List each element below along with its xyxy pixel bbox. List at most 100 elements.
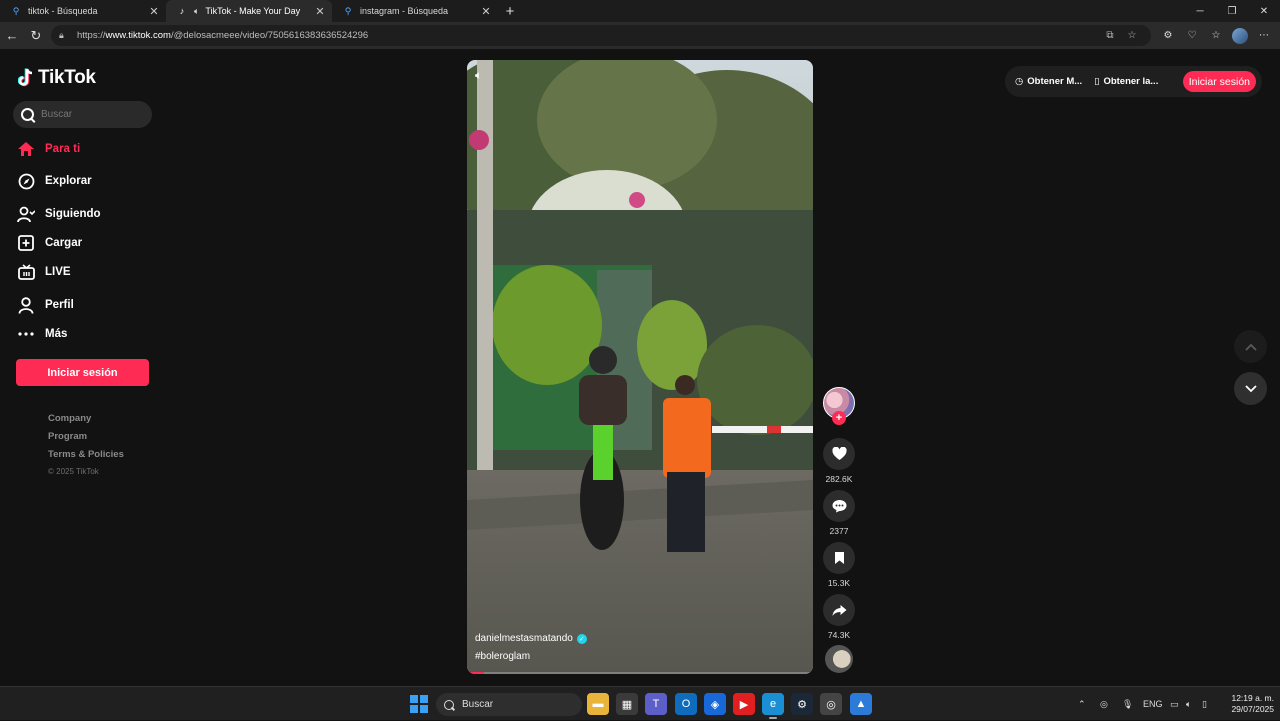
battery-icon[interactable]: ▯	[1202, 687, 1207, 721]
sidebar-item-siguiendo[interactable]: Siguiendo	[16, 202, 101, 226]
favorites-icon[interactable]: ☆	[1206, 25, 1226, 46]
tray-overflow-icon[interactable]: ⌃	[1078, 687, 1086, 721]
home-icon	[16, 139, 36, 159]
compass-icon	[16, 171, 36, 191]
video-frame	[467, 60, 813, 674]
tab-title: tiktok - Búsqueda	[28, 6, 98, 16]
store-icon[interactable]: ▦	[616, 693, 638, 715]
sidebar-item-live[interactable]: LIVE	[16, 260, 71, 284]
more-options-icon[interactable]: ⋯	[1254, 25, 1274, 46]
youtube-icon[interactable]: ▶	[733, 693, 755, 715]
browser-essentials-icon[interactable]: ♡	[1182, 25, 1202, 46]
file-explorer-icon[interactable]: ▬	[587, 693, 609, 715]
sidebar-item-explorar[interactable]: Explorar	[16, 169, 92, 193]
system-clock[interactable]: 12:19 a. m. 29/07/2025	[1222, 693, 1274, 715]
video-player[interactable]: 🔈︎ danielmestasmatando ✓ #boleroglam	[467, 60, 813, 674]
windows-taskbar: Buscar ▬ ▦ T O ◈ ▶ e ⚙ ◎ ▲ ⌃ ◎ 🎙︎ ENG ▭ …	[0, 686, 1280, 720]
follow-plus-icon[interactable]: +	[832, 411, 846, 425]
close-tab-icon[interactable]: ✕	[314, 5, 326, 18]
window-controls: ─ ❐ ✕	[1184, 0, 1280, 22]
reload-icon[interactable]: ↻	[24, 25, 48, 47]
sidebar-item-perfil[interactable]: Perfil	[16, 293, 74, 317]
video-progress-fill	[467, 672, 485, 674]
address-bar[interactable]: 🔒︎ https://www.tiktok.com/@delosacmeee/v…	[51, 25, 1151, 46]
teams-icon[interactable]: T	[645, 693, 667, 715]
tray-app-icon[interactable]: ◎	[1100, 687, 1108, 721]
browser-tab-active[interactable]: ♪ 🔈︎ TikTok - Make Your Day ✕	[166, 0, 332, 22]
music-disc[interactable]	[825, 645, 853, 673]
outlook-icon[interactable]: O	[675, 693, 697, 715]
search-icon: ⚲	[12, 5, 20, 16]
footer-link-program[interactable]: Program	[48, 431, 124, 449]
taskbar-search[interactable]: Buscar	[436, 693, 582, 716]
sidebar-login-button[interactable]: Iniciar sesión	[16, 359, 149, 386]
heart-icon	[831, 447, 847, 460]
footer-link-company[interactable]: Company	[48, 413, 124, 431]
sidebar-item-label: Más	[45, 328, 68, 340]
sidebar-item-para-ti[interactable]: Para ti	[16, 137, 80, 161]
browser-tab-strip: ⚲ tiktok - Búsqueda ✕ ♪ 🔈︎ TikTok - Make…	[0, 0, 1280, 22]
lock-icon[interactable]: 🔒︎	[59, 30, 71, 41]
photos-icon[interactable]: ▲	[850, 693, 872, 715]
steam-icon[interactable]: ⚙	[791, 693, 813, 715]
sidebar-item-mas[interactable]: Más	[16, 322, 67, 346]
like-button[interactable]	[823, 438, 855, 470]
next-video-button[interactable]	[1234, 372, 1267, 405]
language-indicator[interactable]: ENG	[1143, 687, 1163, 721]
search-input[interactable]	[41, 109, 141, 120]
minimize-icon[interactable]: ─	[1184, 0, 1216, 22]
phone-icon: ▯	[1094, 76, 1100, 87]
browser-tab[interactable]: ⚲ tiktok - Búsqueda ✕	[0, 0, 166, 22]
volume-icon[interactable]: 🔈︎	[475, 68, 493, 82]
share-button[interactable]	[823, 594, 855, 626]
edge-icon[interactable]: e	[762, 693, 784, 719]
close-window-icon[interactable]: ✕	[1248, 0, 1280, 22]
close-tab-icon[interactable]: ✕	[148, 5, 160, 18]
sidebar-item-label: Para ti	[45, 143, 81, 155]
new-tab-button[interactable]: +	[498, 0, 522, 22]
favorite-star-icon[interactable]: ☆	[1121, 30, 1143, 41]
previous-video-button[interactable]	[1234, 330, 1267, 363]
comment-icon	[832, 500, 846, 513]
sidebar-item-cargar[interactable]: Cargar	[16, 231, 82, 255]
sidebar-footer: Company Program Terms & Policies © 2025 …	[48, 413, 124, 485]
video-username[interactable]: danielmestasmatando	[475, 633, 573, 644]
volume-tray-icon[interactable]: 🔈︎	[1186, 687, 1191, 721]
windows-start-icon[interactable]	[410, 695, 428, 713]
browser-tab[interactable]: ⚲ instagram - Búsqueda ✕	[332, 0, 498, 22]
comment-button[interactable]	[823, 490, 855, 522]
verified-icon: ✓	[576, 633, 587, 644]
back-icon[interactable]: ←	[0, 25, 24, 47]
video-author[interactable]: danielmestasmatando ✓	[475, 633, 587, 644]
profile-avatar[interactable]	[1232, 27, 1248, 44]
tiktok-page: TikTok Para ti Explorar Siguiendo	[0, 49, 1280, 686]
tiktok-logo[interactable]: TikTok	[18, 67, 96, 89]
app-icon[interactable]: ◈	[704, 693, 726, 715]
tiktok-note-icon	[18, 68, 33, 87]
footer-link-terms[interactable]: Terms & Policies	[48, 449, 124, 467]
video-progress-bar[interactable]	[467, 672, 813, 674]
sidebar-item-label: Cargar	[45, 237, 83, 249]
get-app-link-2[interactable]: ▯ Obtener la...	[1094, 76, 1158, 87]
extensions-icon[interactable]: ⚙	[1158, 25, 1178, 46]
share-count: 74.3K	[827, 630, 851, 640]
chevron-up-icon	[1244, 343, 1257, 351]
microphone-icon[interactable]: 🎙︎	[1122, 687, 1133, 721]
video-hashtag[interactable]: #boleroglam	[475, 651, 530, 662]
get-app-link-1[interactable]: ◷ Obtener M...	[1015, 76, 1082, 87]
speaker-icon[interactable]: 🔈︎	[194, 6, 199, 17]
search-box[interactable]	[13, 101, 152, 128]
chevron-down-icon	[1244, 384, 1257, 392]
header-login-button[interactable]: Iniciar sesión	[1182, 71, 1256, 92]
more-icon	[16, 324, 36, 344]
open-in-app-icon[interactable]: ⧉	[1099, 30, 1121, 41]
browser-toolbar: ← ↻ 🔒︎ https://www.tiktok.com/@delosacme…	[0, 22, 1280, 49]
settings-app-icon[interactable]: ◎	[820, 693, 842, 715]
restore-icon[interactable]: ❐	[1216, 0, 1248, 22]
profile-icon	[16, 295, 36, 315]
network-icon[interactable]: ▭	[1170, 687, 1179, 721]
following-icon	[16, 204, 36, 224]
tiktok-icon: ♪	[179, 6, 185, 16]
close-tab-icon[interactable]: ✕	[480, 5, 492, 18]
save-button[interactable]	[823, 542, 855, 574]
